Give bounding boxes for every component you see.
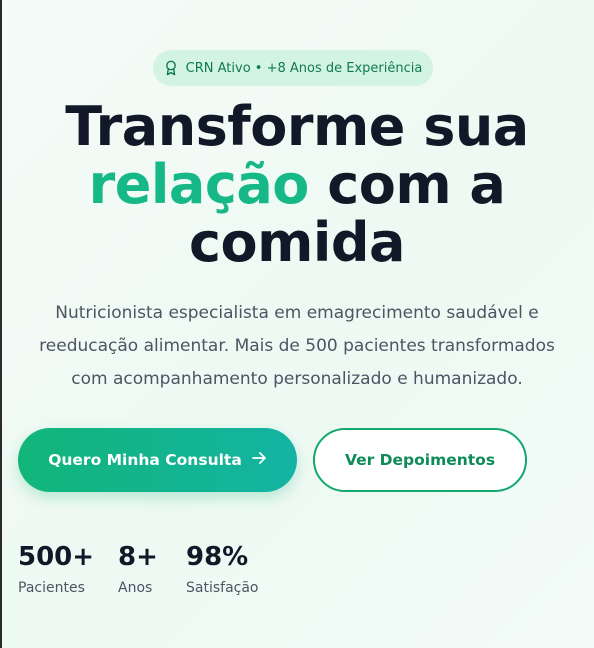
headline-line-2: relação com a bbox=[0, 156, 594, 214]
headline-line-3: comida bbox=[189, 211, 405, 274]
headline-line-2-rest: com a bbox=[327, 153, 506, 216]
description-line-3: com acompanhamento personalizado e human… bbox=[71, 369, 523, 389]
stat-label: Satisfação bbox=[186, 580, 259, 596]
stat-label: Pacientes bbox=[18, 580, 85, 596]
book-consultation-label: Quero Minha Consulta bbox=[48, 451, 242, 469]
hero-headline: Transforme sua relação com a comida bbox=[0, 98, 594, 272]
description-line-2: reeducação alimentar. Mais de 500 pacien… bbox=[39, 336, 555, 356]
book-consultation-button[interactable]: Quero Minha Consulta bbox=[18, 428, 297, 492]
award-icon bbox=[164, 60, 178, 76]
badge-text: CRN Ativo • +8 Anos de Experiência bbox=[185, 60, 423, 76]
stat-patients: 500+ Pacientes bbox=[18, 540, 94, 596]
experience-badge: CRN Ativo • +8 Anos de Experiência bbox=[153, 50, 433, 86]
stat-value: 98% bbox=[186, 542, 249, 572]
stat-value: 8+ bbox=[118, 542, 158, 572]
stat-satisfaction: 98% Satisfação bbox=[186, 540, 259, 596]
headline-line-1: Transforme sua bbox=[65, 95, 529, 158]
hero-description: Nutricionista especialista em emagrecime… bbox=[14, 297, 580, 396]
arrow-right-icon bbox=[251, 451, 267, 469]
description-line-1: Nutricionista especialista em emagrecime… bbox=[55, 303, 539, 323]
stat-years: 8+ Anos bbox=[118, 540, 158, 596]
stat-value: 500+ bbox=[18, 542, 95, 572]
headline-highlight: relação bbox=[88, 153, 310, 216]
view-testimonials-label: Ver Depoimentos bbox=[344, 451, 496, 469]
stat-label: Anos bbox=[118, 580, 153, 596]
view-testimonials-button[interactable]: Ver Depoimentos bbox=[313, 428, 527, 492]
